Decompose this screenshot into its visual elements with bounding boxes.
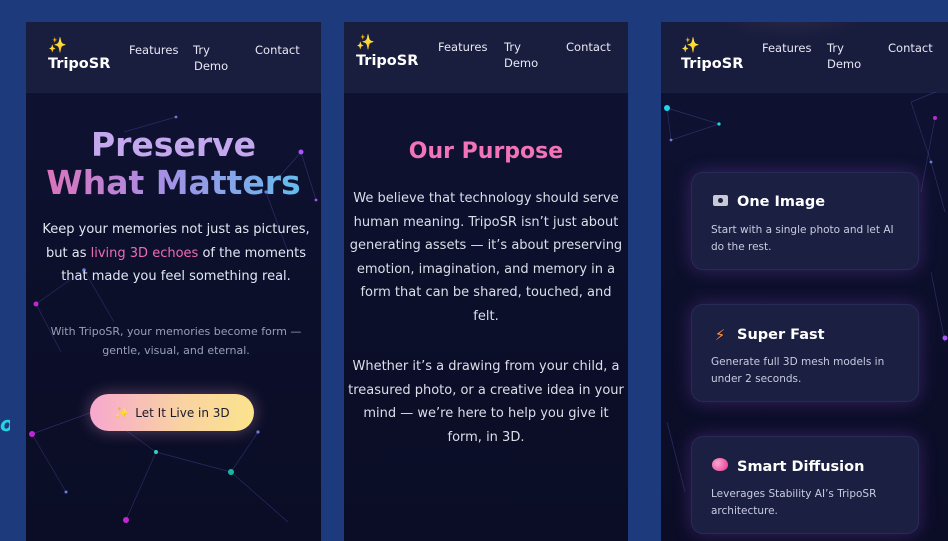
logo[interactable]: ✨ TripoSR (48, 36, 111, 73)
top-navigation: ✨ TripoSR Features Try Demo Contact (26, 22, 321, 92)
feature-card-smart-diffusion: Smart Diffusion Leverages Stability AI’s… (691, 436, 919, 534)
nav-link-demo-word: Demo (504, 56, 539, 70)
brain-icon (711, 458, 729, 475)
logo[interactable]: ✨ TripoSR (681, 36, 744, 73)
let-it-live-button[interactable]: ✨ Let It Live in 3D (90, 394, 254, 431)
lead-highlight: living 3D echoes (90, 245, 199, 261)
nav-link-try-word: Try (504, 40, 521, 54)
purpose-panel: ✨ TripoSR Features Try Demo Contact Our … (344, 22, 628, 541)
purpose-paragraph-1: We believe that technology should serve … (349, 191, 623, 324)
sparkle-icon: ✨ (356, 33, 375, 51)
nav-link-try-demo[interactable]: Try Demo (504, 39, 538, 71)
nav-link-features[interactable]: Features (438, 39, 487, 55)
feature-title: Smart Diffusion (737, 458, 865, 475)
lightning-icon: ⚡ (714, 326, 726, 344)
hero-lead-text: Keep your memories not just as pictures,… (36, 218, 316, 289)
camera-icon (711, 194, 729, 210)
stray-text-fragment: o/ (0, 414, 10, 434)
hero-panel: ✨ TripoSR Features Try Demo Contact Pres… (26, 22, 321, 541)
nav-link-try-word: Try (193, 43, 210, 57)
feature-title: One Image (737, 194, 826, 210)
nav-link-try-demo[interactable]: Try Demo (193, 42, 228, 74)
nav-link-demo-word: Demo (194, 59, 229, 73)
top-navigation: ✨ TripoSR Features Try Demo Contact (344, 22, 628, 92)
feature-description: Leverages Stability AI’s TripoSR archite… (711, 488, 877, 517)
top-navigation: ✨ TripoSR Features Try Demo Contact (661, 22, 948, 92)
brand-name: TripoSR (48, 56, 111, 72)
nav-link-contact[interactable]: Contact (255, 42, 300, 58)
hero-title-line1: Preserve (90, 125, 257, 164)
feature-description: Start with a single photo and let AI do … (711, 224, 894, 253)
sparkle-icon: ✨ (48, 36, 67, 54)
nav-link-features[interactable]: Features (129, 42, 178, 58)
nav-link-try-demo[interactable]: Try Demo (827, 40, 861, 72)
hero-title: Preserve What Matters (26, 126, 321, 202)
nav-link-contact[interactable]: Contact (566, 39, 611, 55)
purpose-paragraph-2: Whether it’s a drawing from your child, … (348, 359, 624, 445)
feature-title: Super Fast (737, 327, 825, 343)
nav-link-contact[interactable]: Contact (888, 40, 933, 56)
section-title: Our Purpose (408, 139, 564, 164)
feature-card-super-fast: ⚡ Super Fast Generate full 3D mesh model… (691, 304, 919, 402)
nav-link-try-word: Try (827, 41, 844, 55)
sparkle-icon: ✨ (681, 36, 700, 54)
nav-link-demo-word: Demo (827, 57, 862, 71)
hero-subtext: With TripoSR, your memories become form … (50, 325, 302, 357)
brand-name: TripoSR (356, 53, 419, 69)
nav-link-features[interactable]: Features (762, 40, 811, 56)
brand-name: TripoSR (681, 56, 744, 72)
cta-label: Let It Live in 3D (135, 405, 230, 420)
features-panel: ✨ TripoSR Features Try Demo Contact One … (661, 22, 948, 541)
hero-title-line2: What Matters (26, 164, 321, 202)
feature-description: Generate full 3D mesh models in under 2 … (711, 356, 885, 385)
sparkle-icon: ✨ (114, 405, 130, 420)
feature-card-one-image: One Image Start with a single photo and … (691, 172, 919, 270)
logo[interactable]: ✨ TripoSR (356, 33, 419, 70)
